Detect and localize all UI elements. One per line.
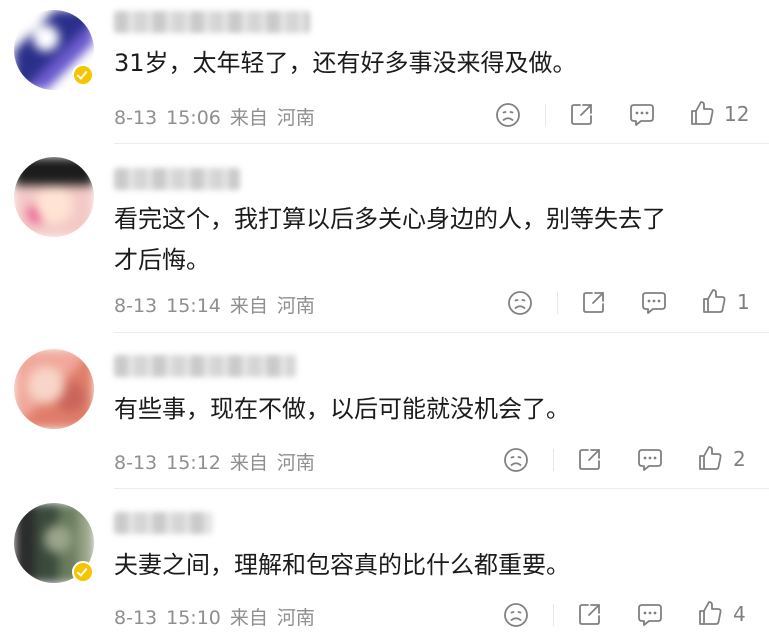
comment-text: 31岁，太年轻了，还有好多事没来得及做。: [114, 49, 577, 77]
comment-meta: 8-13 15:14 来自 河南: [114, 291, 315, 318]
share-icon[interactable]: [577, 446, 603, 472]
thumbs-up-icon[interactable]: [689, 99, 715, 127]
thumbs-up-icon[interactable]: [697, 444, 723, 472]
share-icon[interactable]: [581, 289, 607, 315]
avatar[interactable]: [14, 157, 94, 237]
comment-icon[interactable]: [636, 447, 664, 473]
like-count: 12: [724, 102, 750, 126]
username[interactable]: [114, 512, 212, 534]
username[interactable]: [114, 168, 240, 190]
thumbs-up-icon[interactable]: [701, 287, 727, 315]
icon-separator: [553, 604, 554, 626]
comment-meta: 8-13 15:12 来自 河南: [114, 448, 315, 475]
username[interactable]: [114, 355, 296, 377]
comment-date: 8-13: [114, 452, 158, 474]
share-icon[interactable]: [569, 101, 595, 127]
icon-separator: [557, 292, 558, 314]
comment-icon[interactable]: [640, 290, 668, 316]
comment-icon[interactable]: [628, 102, 656, 128]
source-label: 来自: [229, 452, 268, 474]
like-count: 1: [737, 290, 750, 314]
avatar[interactable]: [14, 349, 94, 429]
comment-text: 有些事，现在不做，以后可能就没机会了。: [114, 395, 570, 423]
username[interactable]: [114, 11, 310, 33]
like-count: 2: [733, 447, 746, 471]
source-label: 来自: [229, 607, 268, 629]
comment-icon[interactable]: [636, 602, 664, 628]
comment-time: 15:12: [166, 452, 221, 474]
comment-item: 看完这个，我打算以后多关心身边的人，别等失去了 才后悔。 8-13 15:14 来自…: [0, 144, 769, 332]
comment-location: 河南: [276, 607, 315, 629]
comment-meta: 8-13 15:10 来自 河南: [114, 603, 315, 630]
comment-date: 8-13: [114, 107, 158, 129]
comment-item: 有些事，现在不做，以后可能就没机会了。 8-13 15:12 来自 河南 2: [0, 333, 769, 488]
icon-separator: [545, 104, 546, 126]
comment-text: 看完这个，我打算以后多关心身边的人，别等失去了 才后悔。: [114, 205, 666, 274]
sad-face-icon[interactable]: [507, 290, 533, 316]
comment-time: 15:06: [166, 107, 221, 129]
sad-face-icon[interactable]: [503, 602, 529, 628]
like-count: 4: [733, 602, 746, 626]
comment-location: 河南: [276, 107, 315, 129]
sad-face-icon[interactable]: [503, 447, 529, 473]
comment-time: 15:14: [166, 295, 221, 317]
comment-item: 31岁，太年轻了，还有好多事没来得及做。 8-13 15:06 来自 河南 12: [0, 0, 769, 140]
icon-separator: [553, 449, 554, 471]
thumbs-up-icon[interactable]: [697, 599, 723, 627]
comment-date: 8-13: [114, 295, 158, 317]
verified-badge-icon: [72, 561, 94, 583]
share-icon[interactable]: [577, 601, 603, 627]
comment-text: 夫妻之间，理解和包容真的比什么都重要。: [114, 551, 570, 579]
source-label: 来自: [229, 295, 268, 317]
comment-meta: 8-13 15:06 来自 河南: [114, 103, 315, 130]
source-label: 来自: [229, 107, 268, 129]
comment-date: 8-13: [114, 607, 158, 629]
sad-face-icon[interactable]: [495, 102, 521, 128]
comment-item: 夫妻之间，理解和包容真的比什么都重要。 8-13 15:10 来自 河南 4: [0, 489, 769, 632]
comment-location: 河南: [276, 295, 315, 317]
comment-location: 河南: [276, 452, 315, 474]
verified-badge-icon: [72, 64, 94, 86]
comment-time: 15:10: [166, 607, 221, 629]
